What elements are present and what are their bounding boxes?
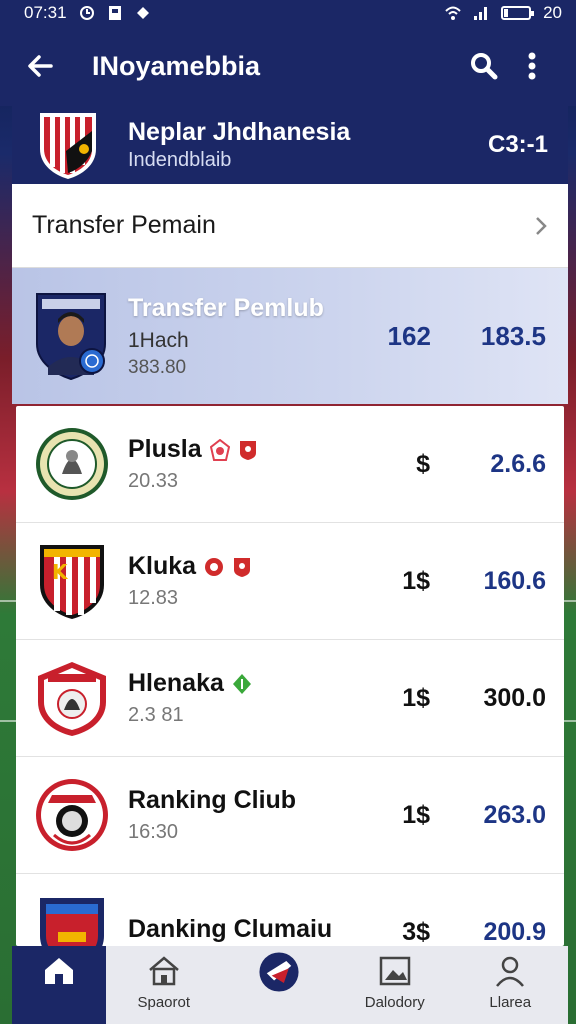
- club-logo-icon: [40, 898, 104, 946]
- signal-icon: [474, 7, 488, 20]
- club-tag-icon: [209, 438, 230, 461]
- club-name: Danking Clumaiu: [128, 914, 333, 943]
- club-tag-icon: [239, 440, 256, 460]
- club-date: 20.33: [128, 470, 179, 492]
- more-options-button[interactable]: [508, 42, 556, 90]
- status-bar: 07:31 20: [0, 0, 576, 26]
- club-date: 12.83: [128, 587, 179, 609]
- club-logo-icon: K: [40, 545, 104, 619]
- app-title: INoyamebbia: [92, 50, 261, 81]
- club-currency: $: [416, 449, 430, 478]
- league-crest-icon: [40, 113, 96, 179]
- home-icon: [45, 958, 73, 984]
- club-value: 263.0: [483, 800, 546, 829]
- club-logo-icon: [36, 779, 108, 851]
- club-row[interactable]: Ranking Cliub 16:30 1$ 263.0: [16, 757, 564, 874]
- nav-profile[interactable]: Llarea: [453, 946, 569, 1024]
- player-card-title: Transfer Pemlub: [128, 293, 324, 322]
- message-icon: [136, 7, 149, 19]
- player-value-1: 162: [387, 320, 431, 351]
- nav-profile-label: Llarea: [489, 994, 532, 1011]
- club-list: Plusla 20.33 $ 2.6.6 K Kluka 12.83 1$ 16…: [16, 406, 564, 946]
- house-icon: [148, 956, 179, 986]
- league-subtitle: Indendblaib: [128, 149, 232, 171]
- club-tag-icon: [205, 557, 224, 576]
- club-logo-icon: [36, 428, 108, 500]
- search-icon: [471, 53, 498, 80]
- player-date: 383.80: [128, 356, 187, 378]
- nav-club[interactable]: [222, 946, 338, 1024]
- club-row[interactable]: Hlenaka 2.3 81 1$ 300.0: [16, 640, 564, 757]
- club-currency: 3$: [402, 917, 430, 946]
- nav-sport[interactable]: Spaorot: [106, 946, 222, 1024]
- club-value: 160.6: [483, 566, 546, 595]
- transfer-pemain-row[interactable]: Transfer Pemain: [12, 184, 568, 268]
- battery-icon: [501, 6, 535, 20]
- club-row[interactable]: Plusla 20.33 $ 2.6.6: [16, 406, 564, 523]
- club-tag-icon: [234, 557, 251, 577]
- club-logo-icon: [38, 662, 106, 736]
- nav-home[interactable]: [12, 946, 106, 1024]
- arrow-left-icon: [28, 55, 53, 77]
- league-score: C3:-1: [487, 131, 548, 158]
- nav-gallery[interactable]: Dalodory: [337, 946, 453, 1024]
- player-name: 1Hach: [128, 328, 189, 352]
- club-row[interactable]: Danking Clumaiu 3$ 200.9: [16, 874, 564, 946]
- person-icon: [496, 956, 525, 987]
- player-transfer-card[interactable]: Transfer Pemlub 1Hach 383.80 162 183.5: [12, 268, 568, 404]
- notification-icon: [108, 6, 121, 20]
- club-value: 2.6.6: [490, 449, 546, 478]
- club-date: 2.3 81: [128, 704, 184, 726]
- club-row[interactable]: K Kluka 12.83 1$ 160.6: [16, 523, 564, 640]
- transfer-label: Transfer Pemain: [32, 211, 216, 239]
- search-button[interactable]: [460, 42, 508, 90]
- battery-level: 20: [543, 3, 562, 22]
- club-name: Plusla: [128, 435, 202, 463]
- club-value: 300.0: [483, 683, 546, 712]
- club-value: 200.9: [483, 917, 546, 946]
- alarm-icon: [79, 6, 94, 20]
- player-value-2: 183.5: [480, 320, 546, 351]
- club-currency: 1$: [402, 566, 430, 595]
- club-name: Kluka: [128, 552, 197, 580]
- league-name: Neplar Jhdhanesia: [128, 118, 351, 146]
- image-icon: [379, 956, 410, 986]
- bottom-navigation: Spaorot Dalodory Llarea: [12, 946, 568, 1024]
- nav-gallery-label: Dalodory: [364, 994, 425, 1011]
- club-date: 16:30: [128, 821, 179, 843]
- nav-sport-label: Spaorot: [137, 994, 191, 1011]
- league-header[interactable]: Neplar Jhdhanesia Indendblaib C3:-1: [12, 106, 568, 184]
- club-tag-icon: [232, 673, 251, 694]
- back-button[interactable]: [20, 46, 60, 86]
- wifi-icon: [445, 6, 461, 20]
- club-currency: 1$: [402, 683, 430, 712]
- chevron-right-icon: [536, 216, 547, 235]
- club-currency: 1$: [402, 800, 430, 829]
- club-logo-icon: [259, 952, 299, 992]
- more-vert-icon: [528, 52, 536, 80]
- player-avatar: [36, 293, 106, 381]
- status-time: 07:31: [24, 3, 67, 22]
- club-name: Hlenaka: [128, 669, 224, 697]
- app-bar: INoyamebbia: [0, 26, 576, 106]
- club-name: Ranking Cliub: [128, 786, 297, 814]
- svg-text:K: K: [52, 560, 69, 584]
